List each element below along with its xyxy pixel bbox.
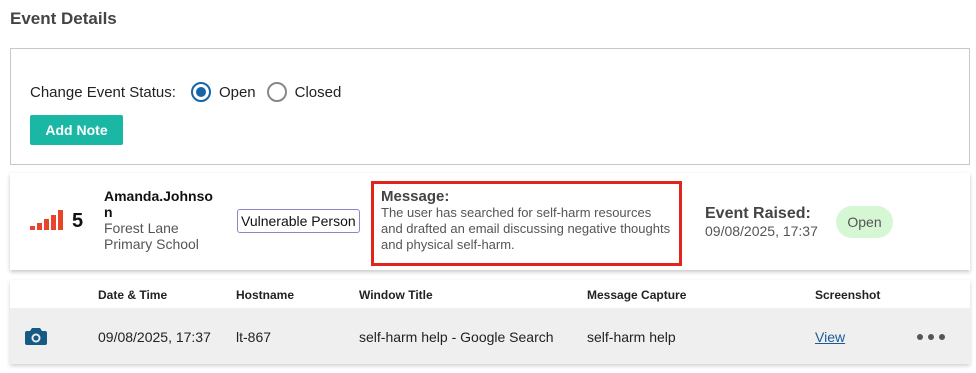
camera-icon[interactable] bbox=[25, 328, 47, 345]
header-message-capture: Message Capture bbox=[587, 288, 687, 302]
table-row: 09/08/2025, 17:37 lt-867 self-harm help … bbox=[10, 308, 970, 364]
event-status-row: Change Event Status: Open Closed bbox=[30, 82, 352, 102]
status-closed-radio[interactable] bbox=[266, 82, 287, 102]
event-status-panel: Change Event Status: Open Closed Add Not… bbox=[10, 48, 970, 165]
severity-score: 5 bbox=[72, 210, 84, 232]
message-heading: Message: bbox=[381, 188, 450, 205]
status-badge: Open bbox=[836, 206, 893, 238]
cell-date-time: 09/08/2025, 17:37 bbox=[98, 329, 211, 345]
event-raised-block: Event Raised: 09/08/2025, 17:37 bbox=[705, 205, 818, 240]
page-title: Event Details bbox=[10, 9, 117, 28]
user-block: Amanda.Johnson Forest Lane Primary Schoo… bbox=[104, 188, 214, 252]
cell-window-title: self-harm help - Google Search bbox=[359, 329, 554, 345]
table-header: Date & Time Hostname Window Title Messag… bbox=[10, 280, 970, 308]
header-hostname: Hostname bbox=[236, 288, 295, 302]
status-open-label[interactable]: Open bbox=[219, 84, 256, 101]
event-raised-label: Event Raised: bbox=[705, 205, 811, 222]
header-date-time: Date & Time bbox=[98, 288, 168, 302]
header-screenshot: Screenshot bbox=[815, 288, 881, 302]
header-window-title: Window Title bbox=[359, 288, 433, 302]
category-tag: Vulnerable Person bbox=[237, 209, 360, 233]
user-school: Forest Lane Primary School bbox=[104, 220, 199, 252]
status-open-radio[interactable] bbox=[190, 82, 211, 102]
message-box: Message: The user has searched for self-… bbox=[371, 181, 682, 266]
event-raised-date: 09/08/2025, 17:37 bbox=[705, 223, 818, 239]
cell-message-capture: self-harm help bbox=[587, 329, 676, 345]
more-horizontal-icon[interactable] bbox=[917, 334, 945, 340]
user-name: Amanda.Johnson bbox=[104, 188, 213, 220]
capture-table: Date & Time Hostname Window Title Messag… bbox=[10, 280, 970, 364]
cell-hostname: lt-867 bbox=[236, 329, 272, 345]
add-note-button[interactable]: Add Note bbox=[30, 115, 123, 145]
event-card: 5 Amanda.Johnson Forest Lane Primary Sch… bbox=[10, 173, 970, 270]
message-text: The user has searched for self-harm reso… bbox=[381, 205, 671, 252]
signal-bars-icon bbox=[30, 210, 64, 230]
event-status-label: Change Event Status: bbox=[30, 83, 176, 101]
status-closed-label[interactable]: Closed bbox=[295, 84, 342, 101]
view-screenshot-link[interactable]: View bbox=[815, 329, 845, 345]
